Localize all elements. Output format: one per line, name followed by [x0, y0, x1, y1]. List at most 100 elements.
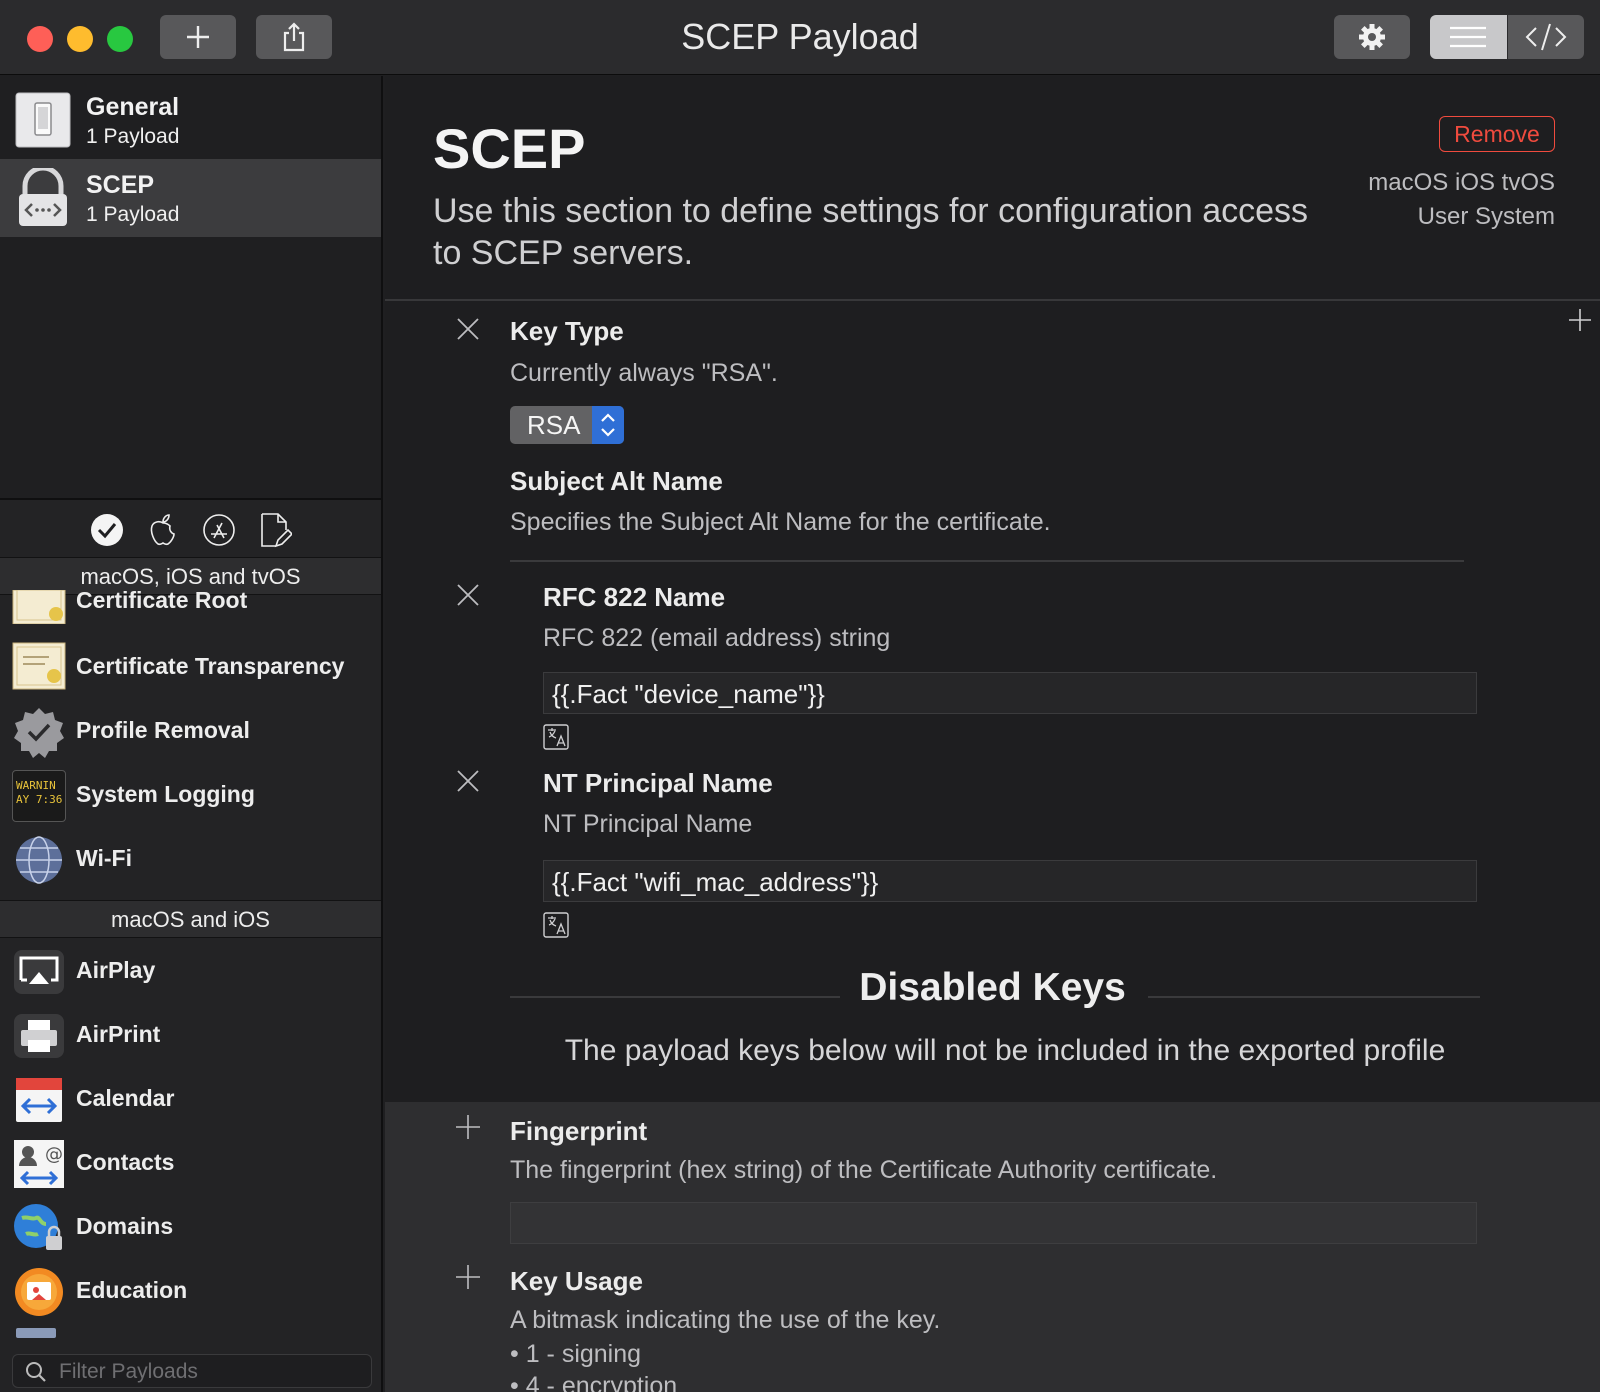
key-type-popup[interactable]: RSA — [510, 406, 624, 444]
payload-item-system-logging[interactable]: WARNIN AY 7:36 System Logging — [0, 764, 381, 828]
svg-text:@: @ — [45, 1144, 63, 1165]
enable-key-usage-plus-icon[interactable] — [455, 1264, 481, 1290]
disable-key-type-close-icon[interactable] — [455, 316, 481, 342]
disable-nt-principal-close-icon[interactable] — [455, 768, 481, 794]
console-icon: WARNIN AY 7:36 — [12, 770, 66, 822]
sidebar-item-scep[interactable]: SCEP 1 Payload — [0, 159, 381, 237]
payload-label: Certificate Transparency — [76, 653, 345, 679]
payload-label: Education — [76, 1277, 188, 1303]
platform-filter-bar — [0, 502, 381, 558]
search-icon — [26, 1362, 46, 1382]
lock-icon — [15, 165, 71, 228]
rfc822-description: RFC 822 (email address) string — [543, 624, 891, 652]
rfc822-title: RFC 822 Name — [543, 582, 726, 612]
payload-item-airprint[interactable]: AirPrint — [0, 1004, 381, 1068]
payload-label: Contacts — [76, 1149, 175, 1175]
sidebar-item-general[interactable]: General 1 Payload — [0, 81, 381, 159]
payload-description: Use this section to define settings for … — [433, 192, 1309, 272]
disabled-keys-section: Fingerprint The fingerprint (hex string)… — [385, 1102, 1600, 1392]
profile-payload-list: General 1 Payload SCEP 1 Payload — [0, 76, 381, 500]
payload-label: Profile Removal — [76, 717, 250, 743]
popup-arrows-icon — [592, 406, 624, 444]
key-usage-option: • 1 - signing — [510, 1340, 642, 1368]
filter-app-store-icon[interactable] — [202, 513, 236, 547]
calendar-icon — [12, 1074, 66, 1126]
globe-lock-icon — [12, 1202, 66, 1254]
filter-custom-document-icon[interactable] — [258, 513, 292, 548]
subject-alt-name-description: Specifies the Subject Alt Name for the c… — [510, 508, 1051, 536]
console-icon-text-line: WARNIN — [16, 779, 56, 792]
payload-item-wi-fi[interactable]: Wi-Fi — [0, 828, 381, 892]
titlebar: SCEP Payload — [0, 0, 1600, 75]
rfc822-input[interactable]: {{.Fact "device_name"}} — [543, 672, 1477, 714]
nt-principal-description: NT Principal Name — [543, 810, 753, 838]
view-mode-segmented-control — [1430, 15, 1584, 59]
key-usage-title: Key Usage — [510, 1266, 643, 1296]
key-usage-description: A bitmask indicating the use of the key. — [510, 1306, 941, 1334]
window: SCEP Payload General 1 Payload SCEP 1 Pa… — [0, 0, 1600, 1392]
payload-label: Domains — [76, 1213, 174, 1239]
sidebar: General 1 Payload SCEP 1 Payload macOS, … — [0, 76, 383, 1392]
globe-icon — [12, 834, 66, 886]
nt-principal-title: NT Principal Name — [543, 768, 773, 798]
certificate-icon — [12, 589, 66, 625]
payload-item-contacts[interactable]: @ Contacts — [0, 1132, 381, 1196]
payload-item-profile-removal[interactable]: Profile Removal — [0, 700, 381, 764]
fingerprint-title: Fingerprint — [510, 1116, 648, 1146]
subject-alt-name-title: Subject Alt Name — [510, 466, 723, 496]
payload-item-certificate-root[interactable]: Certificate Root — [0, 576, 381, 640]
key-type-description: Currently always "RSA". — [510, 359, 778, 387]
payload-editor: SCEP Use this section to define settings… — [385, 76, 1600, 1392]
source-view-segment[interactable] — [1506, 15, 1584, 59]
payload-item-certificate-transparency[interactable]: Certificate Transparency — [0, 636, 381, 700]
payload-label: Certificate Root — [76, 587, 248, 613]
remove-payload-button[interactable]: Remove — [1439, 116, 1555, 152]
search-placeholder: Filter Payloads — [59, 1360, 198, 1383]
disabled-keys-subtitle: The payload keys below will not be inclu… — [564, 1034, 1446, 1067]
list-view-segment[interactable] — [1430, 15, 1507, 59]
fingerprint-description: The fingerprint (hex string) of the Cert… — [510, 1156, 1218, 1184]
payload-item-domains[interactable]: Domains — [0, 1196, 381, 1260]
payload-item-education[interactable]: Education — [0, 1260, 381, 1324]
badge-check-icon — [12, 706, 66, 758]
enable-fingerprint-plus-icon[interactable] — [455, 1114, 481, 1140]
general-icon — [15, 90, 71, 150]
payload-item-calendar[interactable]: Calendar — [0, 1068, 381, 1132]
partially-hidden-payload-icon — [16, 1328, 56, 1338]
substitution-variable-icon[interactable] — [543, 724, 569, 750]
key-type-title: Key Type — [510, 316, 624, 346]
code-icon — [1525, 23, 1567, 51]
payload-title: SCEP — [433, 117, 586, 180]
payload-header: SCEP Use this section to define settings… — [385, 76, 1600, 301]
disable-rfc822-close-icon[interactable] — [455, 582, 481, 608]
fingerprint-input[interactable] — [510, 1202, 1477, 1244]
rfc822-value: {{.Fact "device_name"}} — [552, 679, 825, 709]
key-usage-option: • 4 - encryption — [510, 1372, 678, 1392]
divider — [510, 560, 1464, 562]
add-key-plus-icon[interactable] — [1568, 308, 1592, 332]
supported-scopes: User System — [1417, 203, 1555, 230]
group-header-macos-ios: macOS and iOS — [0, 900, 381, 938]
payload-count: 1 Payload — [86, 125, 180, 148]
payload-item-airplay[interactable]: AirPlay — [0, 940, 381, 1004]
disabled-keys-title: Disabled Keys — [859, 966, 1126, 1009]
payload-label: AirPrint — [76, 1021, 161, 1047]
filter-all-check-icon[interactable] — [90, 513, 124, 547]
list-icon — [1450, 26, 1487, 48]
education-icon — [12, 1266, 66, 1318]
contacts-icon: @ — [12, 1138, 66, 1190]
printer-icon — [12, 1010, 66, 1062]
settings-button[interactable] — [1334, 15, 1410, 59]
substitution-variable-icon[interactable] — [543, 912, 569, 938]
sidebar-item-label: SCEP — [86, 171, 155, 199]
key-type-value: RSA — [527, 410, 581, 440]
filter-apple-icon[interactable] — [146, 513, 180, 547]
sidebar-item-label: General — [86, 93, 180, 121]
payload-label: System Logging — [76, 781, 255, 807]
payload-platforms: macOS iOS tvOS User System — [1368, 166, 1555, 234]
disabled-keys-heading: Disabled Keys — [385, 966, 1600, 1010]
certificate-icon — [12, 642, 66, 694]
nt-principal-input[interactable]: {{.Fact "wifi_mac_address"}} — [543, 860, 1477, 902]
filter-payloads-search[interactable]: Filter Payloads — [12, 1354, 372, 1388]
airplay-icon — [12, 946, 66, 998]
